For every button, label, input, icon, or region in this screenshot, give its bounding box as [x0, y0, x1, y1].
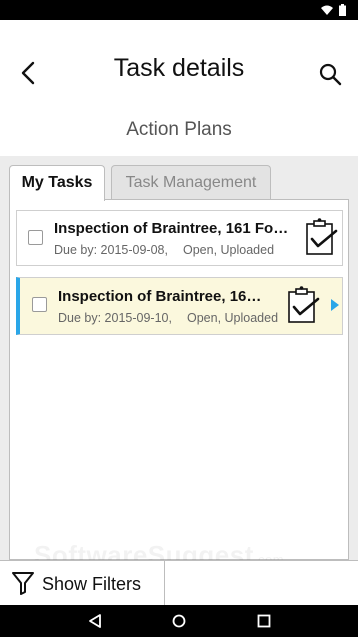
show-filters-label: Show Filters: [42, 574, 142, 594]
system-nav-bar: [0, 605, 358, 637]
battery-icon: [339, 4, 346, 16]
nav-back-icon[interactable]: [87, 613, 103, 629]
content-area: My Tasks Task Management Inspection of B…: [0, 156, 358, 560]
status-bar: [0, 0, 358, 20]
tab-label: My Tasks: [21, 174, 93, 191]
page-subtitle: Action Plans: [126, 119, 232, 140]
task-status: Open, Uploaded: [187, 311, 279, 325]
task-due-date: Due by: 2015-09-10,: [58, 311, 172, 325]
nav-recents-icon[interactable]: [256, 613, 272, 629]
task-title: Inspection of Braintree, 161 Fo…: [54, 220, 289, 237]
task-due-date: Due by: 2015-09-08,: [54, 243, 168, 257]
task-list-item[interactable]: Inspection of Braintree, 161 Fo… Due by:…: [16, 210, 343, 266]
task-checkbox[interactable]: [32, 297, 47, 312]
show-filters-button[interactable]: Show Filters: [0, 561, 165, 605]
filter-bar: Show Filters: [0, 560, 358, 605]
chevron-right-icon[interactable]: [331, 299, 339, 311]
search-icon[interactable]: [318, 62, 342, 86]
tab-task-management[interactable]: Task Management: [111, 165, 271, 199]
clipboard-check-icon: [288, 286, 320, 323]
clipboard-check-icon: [306, 218, 338, 255]
app-bar: Task details: [0, 20, 358, 120]
task-title: Inspection of Braintree, 16…: [58, 288, 262, 305]
task-list-panel: Inspection of Braintree, 161 Fo… Due by:…: [9, 199, 349, 560]
wifi-icon: [321, 5, 333, 15]
page-title: Task details: [113, 54, 245, 82]
nav-home-icon[interactable]: [171, 613, 187, 629]
tab-my-tasks[interactable]: My Tasks: [9, 165, 105, 201]
filter-funnel-icon: [12, 572, 34, 595]
status-icons: [321, 4, 346, 16]
task-status: Open, Uploaded: [183, 243, 275, 257]
task-list-item-selected[interactable]: Inspection of Braintree, 16… Due by: 201…: [16, 277, 343, 335]
task-checkbox[interactable]: [28, 230, 43, 245]
tab-label: Task Management: [125, 174, 257, 191]
